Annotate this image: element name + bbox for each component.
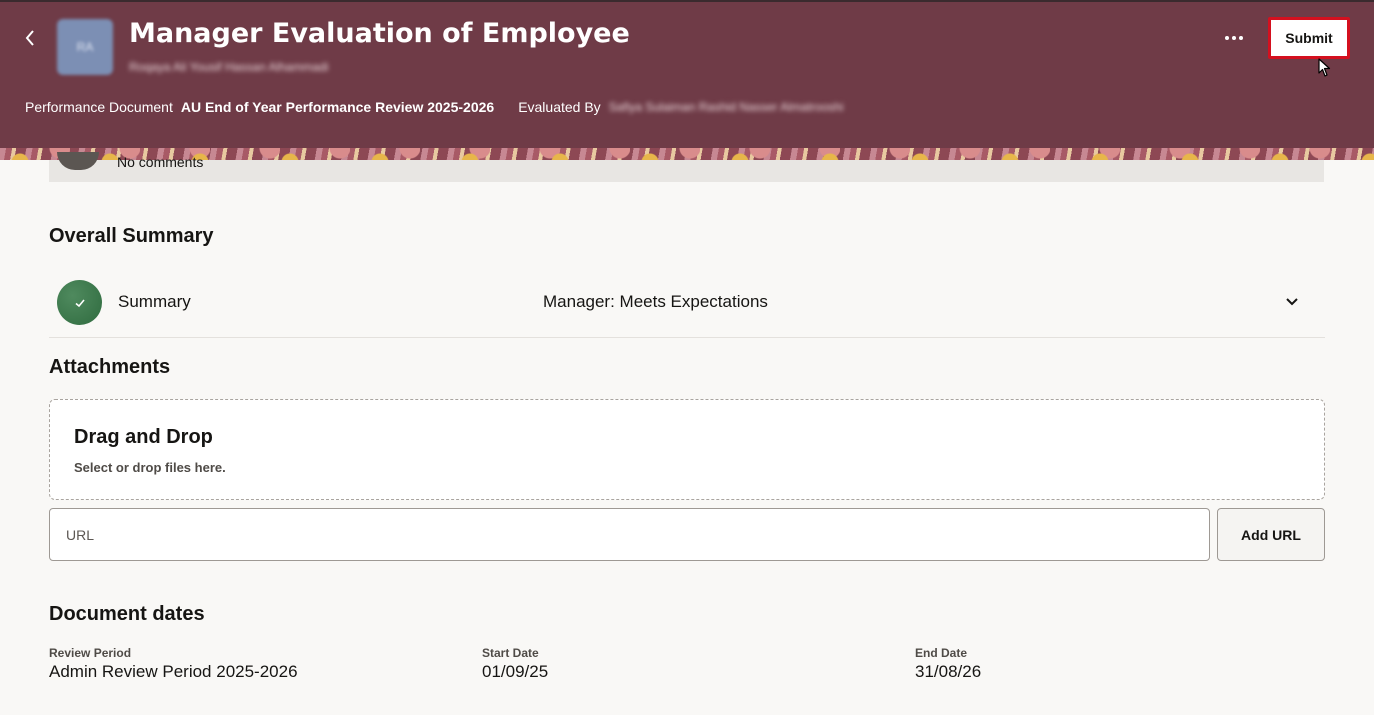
check-icon [74,298,85,307]
comments-panel: No comments [49,152,1324,182]
page-title: Manager Evaluation of Employee [129,18,630,49]
commenter-avatar [57,152,99,170]
more-actions-button[interactable] [1218,24,1250,52]
document-dates-title: Document dates [49,603,205,625]
summary-row[interactable]: Summary Manager: Meets Expectations [49,272,1325,338]
end-date-value: 31/08/26 [915,662,982,681]
back-button[interactable] [18,24,42,52]
page-header: RA Manager Evaluation of Employee Roqaya… [0,0,1374,160]
start-date-field: Start Date 01/09/25 [482,646,548,682]
summary-label: Summary [118,292,191,311]
performance-document-value: AU End of Year Performance Review 2025-2… [180,99,495,115]
summary-rating-value: Manager: Meets Expectations [543,292,768,311]
add-url-button[interactable]: Add URL [1217,508,1325,561]
dropzone-subtitle: Select or drop files here. [74,460,226,475]
start-date-label: Start Date [482,646,539,660]
header-decorative-pattern [0,148,1374,160]
expand-summary-button[interactable] [1283,292,1301,312]
evaluated-by-label: Evaluated By [518,99,601,115]
chevron-down-icon [1286,298,1298,306]
submit-button[interactable]: Submit [1268,17,1350,59]
document-meta-row: Performance Document AU End of Year Perf… [25,98,843,116]
performance-document-label: Performance Document [25,99,173,115]
end-date-field: End Date 31/08/26 [915,646,981,682]
avatar-initials: RA [76,40,94,54]
more-dots-icon [1232,36,1236,40]
more-dots-icon [1225,36,1229,40]
overall-summary-title: Overall Summary [49,225,214,247]
employee-avatar: RA [57,19,113,75]
attachments-title: Attachments [49,356,171,378]
employee-name: Roqaya Ali Yousif Hassan Alhammadi [129,60,329,74]
summary-status-icon [57,280,102,325]
review-period-value: Admin Review Period 2025-2026 [49,662,298,681]
review-period-label: Review Period [49,646,132,660]
end-date-label: End Date [915,646,968,660]
chevron-left-icon [25,30,34,46]
mouse-cursor-icon [1318,58,1331,77]
more-dots-icon [1239,36,1243,40]
evaluated-by-value: Safiya Sulaiman Rashid Nasser Almatroosh… [608,100,844,114]
review-period-field: Review Period Admin Review Period 2025-2… [49,646,298,682]
comments-text: No comments [117,154,204,170]
start-date-value: 01/09/25 [482,662,549,681]
url-input[interactable] [49,508,1210,561]
dropzone-title: Drag and Drop [74,426,213,448]
file-dropzone[interactable]: Drag and Drop Select or drop files here. [49,399,1325,500]
